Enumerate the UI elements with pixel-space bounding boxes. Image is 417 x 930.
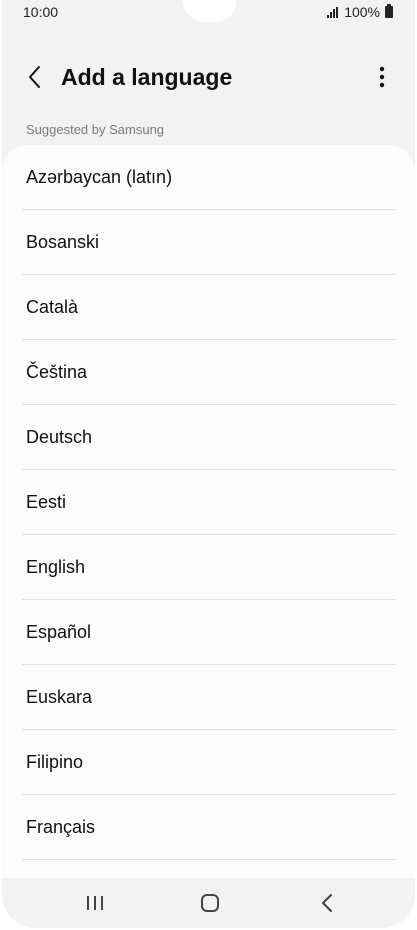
language-list: Azərbaycan (latın) Bosanski Català Češti… bbox=[2, 145, 415, 878]
list-item[interactable]: English bbox=[2, 535, 415, 600]
notch-shoulder-right bbox=[236, 0, 260, 22]
language-label: Filipino bbox=[26, 752, 84, 772]
list-item[interactable]: Azərbaycan (latın) bbox=[2, 145, 415, 210]
recent-apps-button[interactable] bbox=[80, 890, 110, 916]
language-label: Français bbox=[26, 817, 96, 837]
status-icons: 100% bbox=[327, 4, 393, 20]
home-button[interactable] bbox=[195, 890, 225, 916]
list-item[interactable]: Español bbox=[2, 600, 415, 665]
language-label: Bosanski bbox=[26, 232, 100, 252]
status-bar: 10:00 100% bbox=[2, 0, 415, 26]
list-item[interactable]: Français bbox=[2, 795, 415, 860]
back-icon bbox=[322, 894, 332, 912]
status-time: 10:00 bbox=[23, 4, 59, 20]
section-header: Suggested by Samsung bbox=[26, 122, 165, 137]
app-bar: Add a language bbox=[2, 52, 415, 102]
camera-notch bbox=[183, 0, 237, 22]
back-button[interactable] bbox=[20, 62, 50, 92]
navigation-bar bbox=[2, 878, 415, 928]
list-item[interactable]: Čeština bbox=[2, 340, 415, 405]
home-icon bbox=[201, 894, 219, 912]
list-item[interactable]: Bosanski bbox=[2, 210, 415, 275]
language-label: English bbox=[26, 557, 86, 577]
more-options-button[interactable] bbox=[367, 62, 397, 92]
list-item[interactable]: Eesti bbox=[2, 470, 415, 535]
list-item[interactable]: Euskara bbox=[2, 665, 415, 730]
list-item[interactable]: Deutsch bbox=[2, 405, 415, 470]
language-label: Eesti bbox=[26, 492, 67, 512]
language-label: Azərbaycan (latın) bbox=[26, 167, 173, 187]
divider bbox=[22, 859, 395, 860]
language-label: Euskara bbox=[26, 687, 93, 707]
chevron-left-icon bbox=[29, 66, 40, 88]
back-nav-button[interactable] bbox=[312, 890, 342, 916]
battery-percent: 100% bbox=[344, 4, 380, 20]
phone-frame: 10:00 100% Add a language Suggested by S… bbox=[0, 0, 417, 930]
language-label: Español bbox=[26, 622, 92, 642]
more-vertical-icon bbox=[379, 66, 385, 88]
battery-icon bbox=[385, 4, 393, 18]
notch-shoulder-left bbox=[160, 0, 184, 22]
list-item[interactable]: Català bbox=[2, 275, 415, 340]
screen: 10:00 100% Add a language Suggested by S… bbox=[2, 0, 415, 928]
page-title: Add a language bbox=[61, 64, 233, 90]
language-label: Deutsch bbox=[26, 427, 93, 447]
language-label: Čeština bbox=[26, 362, 88, 382]
recent-apps-icon bbox=[87, 896, 103, 910]
language-label: Català bbox=[26, 297, 79, 317]
list-item[interactable]: Filipino bbox=[2, 730, 415, 795]
signal-icon bbox=[327, 6, 339, 18]
